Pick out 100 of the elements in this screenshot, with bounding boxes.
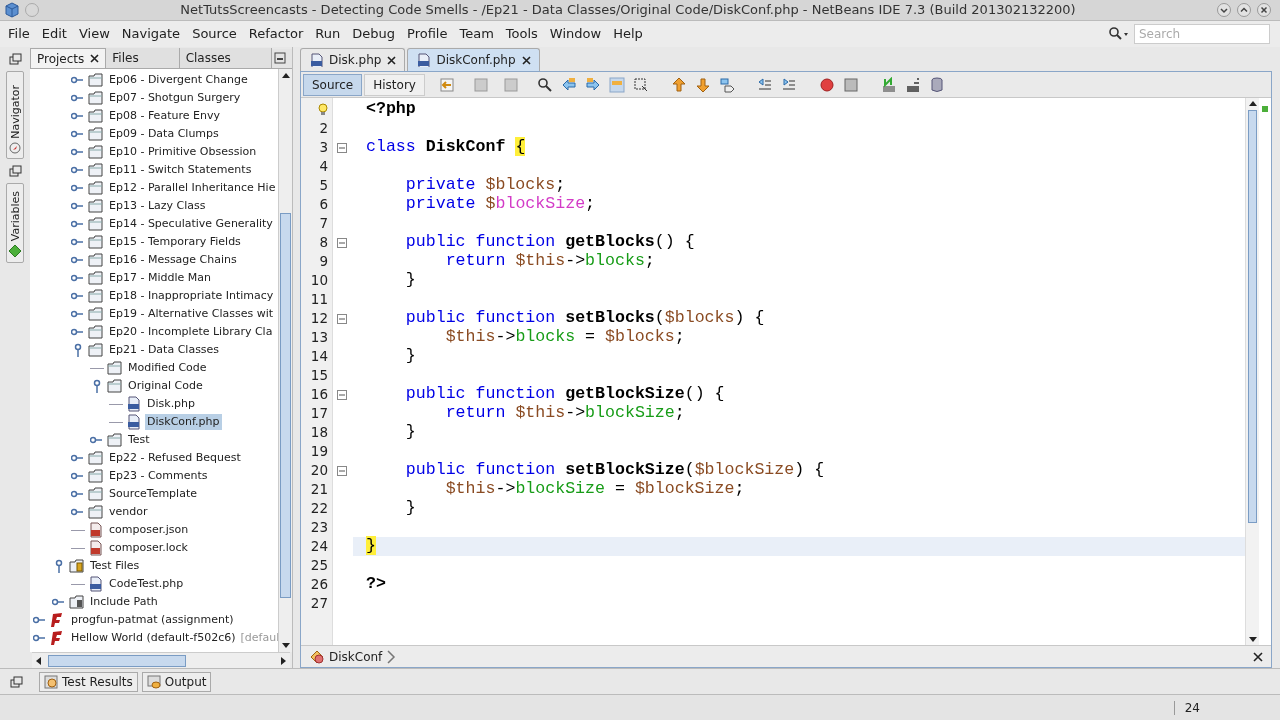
indent-icon[interactable] [780,76,797,93]
database-icon[interactable] [928,76,945,93]
line-number: 22 [310,499,328,519]
php-file-icon [88,576,104,592]
menu-item[interactable]: Profile [403,24,452,44]
folder-icon [107,432,123,448]
tree-item[interactable]: Ep18 - Inappropriate Intimacy [107,287,276,305]
tree-item[interactable]: Include Path [88,593,160,611]
editor-tab[interactable]: DiskConf.php [407,48,540,71]
tree-item[interactable]: CodeTest.php [107,575,186,593]
last-edit-icon[interactable] [438,76,455,93]
view-toggle-button[interactable]: Source [303,73,363,96]
side-panel-tab[interactable]: Navigator [6,71,24,159]
select-icon[interactable] [632,76,649,93]
menu-item[interactable]: Edit [37,24,71,44]
menu-item[interactable]: Debug [348,24,400,44]
shift-up-icon[interactable] [670,76,687,93]
folder-icon [88,216,104,232]
line-number: 16 [310,385,328,405]
tree-item[interactable]: Test [126,431,152,449]
line-number: 19 [310,442,328,462]
tree-item[interactable]: Ep11 - Switch Statements [107,161,254,179]
find-next-icon[interactable] [584,76,601,93]
folder-icon [88,126,104,142]
output-panel-tab[interactable]: Output [141,671,212,692]
chevron-icon [386,649,397,664]
tree-item[interactable]: Ep06 - Divergent Change [107,71,250,89]
menu-item[interactable]: Refactor [244,24,308,44]
folder-icon [88,504,104,520]
tree-item[interactable]: Ep10 - Primitive Obsession [107,143,259,161]
tree-item[interactable]: Ep14 - Speculative Generality [107,215,275,233]
tree-item[interactable]: composer.json [107,521,191,539]
line-number: 6 [319,195,328,215]
output-panel-tab[interactable]: Test Results [39,671,138,692]
menu-item[interactable]: Window [545,24,606,44]
line-number: 25 [310,556,328,576]
panel-tab[interactable]: Projects [30,48,107,68]
tree-item[interactable]: Ep08 - Feature Envy [107,107,222,125]
tree-item[interactable]: Ep09 - Data Clumps [107,125,221,143]
console-icon [146,674,161,689]
tree-item[interactable]: Ep12 - Parallel Inheritance Hie [107,179,278,197]
tree-item[interactable]: Ep13 - Lazy Class [107,197,208,215]
folder-icon [88,450,104,466]
stop-icon[interactable] [842,76,859,93]
menu-item[interactable]: View [74,24,114,44]
tree-item[interactable]: Ep21 - Data Classes [107,341,222,359]
view-toggle-button[interactable]: History [364,73,425,96]
shift-down-icon[interactable] [694,76,711,93]
menu-item[interactable]: Source [188,24,241,44]
code-line: } [404,269,416,292]
search-icon[interactable] [536,76,553,93]
vertical-scrollbar[interactable] [278,69,292,652]
tree-item[interactable]: DiskConf.php [145,413,222,431]
code-line: return $this->blockSize; [444,402,685,425]
tree-item[interactable]: composer.lock [107,539,190,557]
menu-item[interactable]: Tools [501,24,542,44]
editor-tab[interactable]: Disk.php [300,48,406,71]
breadcrumb-item[interactable]: DiskConf [329,647,383,666]
tree-item[interactable]: Hellow World (default-f502c6) [69,629,238,647]
unindent-icon[interactable] [756,76,773,93]
script-file-icon [88,540,104,556]
tree-item[interactable]: Ep20 - Incomplete Library Cla [107,323,275,341]
tree-item[interactable]: Ep16 - Message Chains [107,251,239,269]
line-number: 8 [319,233,328,253]
tree-item[interactable]: Disk.php [145,395,198,413]
folder-icon [107,378,123,394]
search-field[interactable]: Search [1134,24,1270,44]
line-number: 4 [319,157,328,177]
menu-item[interactable]: Help [609,24,647,44]
status-ok-icon [1262,106,1268,112]
menu-item[interactable]: File [4,24,34,44]
shapes-icon[interactable] [718,76,735,93]
tree-item[interactable]: Modified Code [126,359,209,377]
menu-item[interactable]: Team [455,24,498,44]
close-icon [387,55,397,65]
tree-item[interactable]: Ep22 - Refused Bequest [107,449,243,467]
tree-item[interactable]: Ep07 - Shotgun Surgery [107,89,243,107]
tree-item[interactable]: vendor [107,503,150,521]
tree-item[interactable]: Ep15 - Temporary Fields [107,233,243,251]
tree-item[interactable]: Test Files [88,557,142,575]
tree-item[interactable]: progfun-patmat (assignment) [69,611,236,629]
horizontal-scrollbar[interactable] [32,652,290,668]
side-panel-tab[interactable]: Variables [6,183,24,263]
line-number: 17 [310,404,328,424]
tree-item[interactable]: Ep19 - Alternative Classes wit [107,305,276,323]
menu-item[interactable]: Run [311,24,345,44]
folder-icon [88,486,104,502]
editor-scrollbar[interactable] [1245,98,1259,645]
panel-tab[interactable]: Files [106,48,180,68]
tree-item[interactable]: Ep17 - Middle Man [107,269,213,287]
find-previous-icon[interactable] [560,76,577,93]
tree-item[interactable]: Ep23 - Comments [107,467,210,485]
app-logo-icon [4,2,20,18]
panel-tab[interactable]: Classes [179,48,272,68]
highlight-toggle-icon[interactable] [608,76,625,93]
tree-item[interactable]: SourceTemplate [107,485,199,503]
record-icon[interactable] [818,76,835,93]
restore-window-icon [10,675,23,688]
menu-item[interactable]: Navigate [117,24,185,44]
tree-item[interactable]: Original Code [126,377,205,395]
